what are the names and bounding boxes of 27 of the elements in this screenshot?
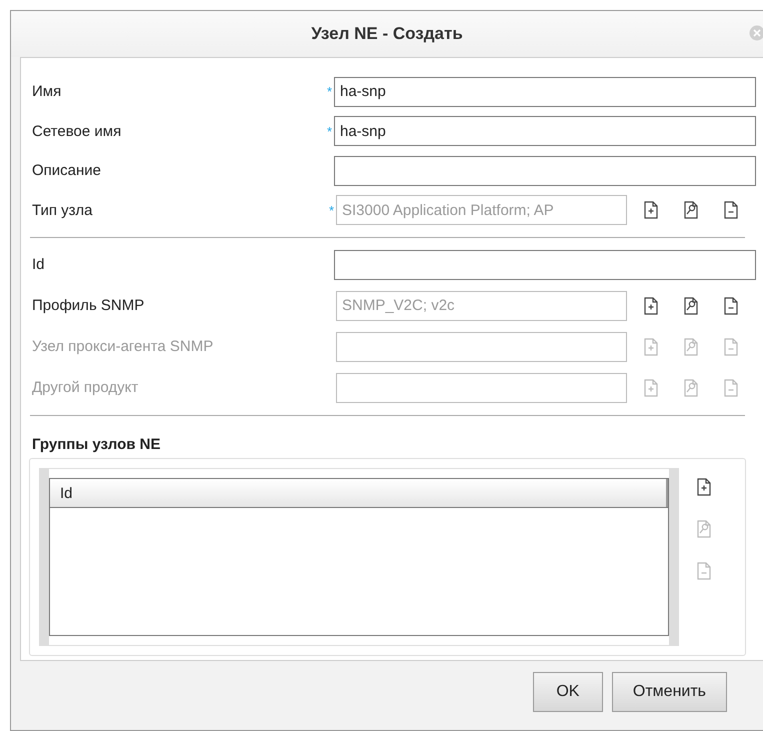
- field-label: Имя: [32, 83, 62, 100]
- required-mark: *: [326, 84, 332, 100]
- input-field[interactable]: [334, 156, 756, 186]
- required-mark: *: [328, 202, 334, 218]
- column-header[interactable]: Id: [50, 479, 668, 507]
- field-label: Узел прокси-агента SNMP: [32, 338, 214, 355]
- input-field[interactable]: ha-snp: [334, 76, 756, 107]
- remove-document-icon[interactable]: [724, 201, 738, 220]
- ok-button[interactable]: OK: [532, 672, 603, 712]
- search-document-icon[interactable]: [684, 296, 698, 314]
- cancel-button[interactable]: Отменить: [612, 672, 727, 712]
- field-label: Сетевое имя: [32, 122, 122, 140]
- add-document-icon[interactable]: [644, 296, 658, 314]
- required-mark: *: [326, 124, 332, 139]
- search-document-icon[interactable]: [684, 201, 698, 220]
- field-label: Описание: [32, 162, 102, 180]
- dialog-title: Узел NE - Создать: [311, 24, 463, 44]
- add-document-icon[interactable]: [697, 478, 711, 496]
- field-label: Тип узла: [32, 202, 94, 219]
- field-label: Профиль SNMP: [32, 297, 146, 314]
- field-label: Другой продукт: [32, 379, 140, 396]
- field-label: Id: [32, 256, 46, 273]
- input-field[interactable]: ha-snp: [334, 116, 756, 146]
- input-field[interactable]: [334, 250, 756, 280]
- section-title: Группы узлов NE: [32, 436, 162, 453]
- add-document-icon[interactable]: [644, 201, 658, 220]
- remove-document-icon[interactable]: [724, 296, 738, 314]
